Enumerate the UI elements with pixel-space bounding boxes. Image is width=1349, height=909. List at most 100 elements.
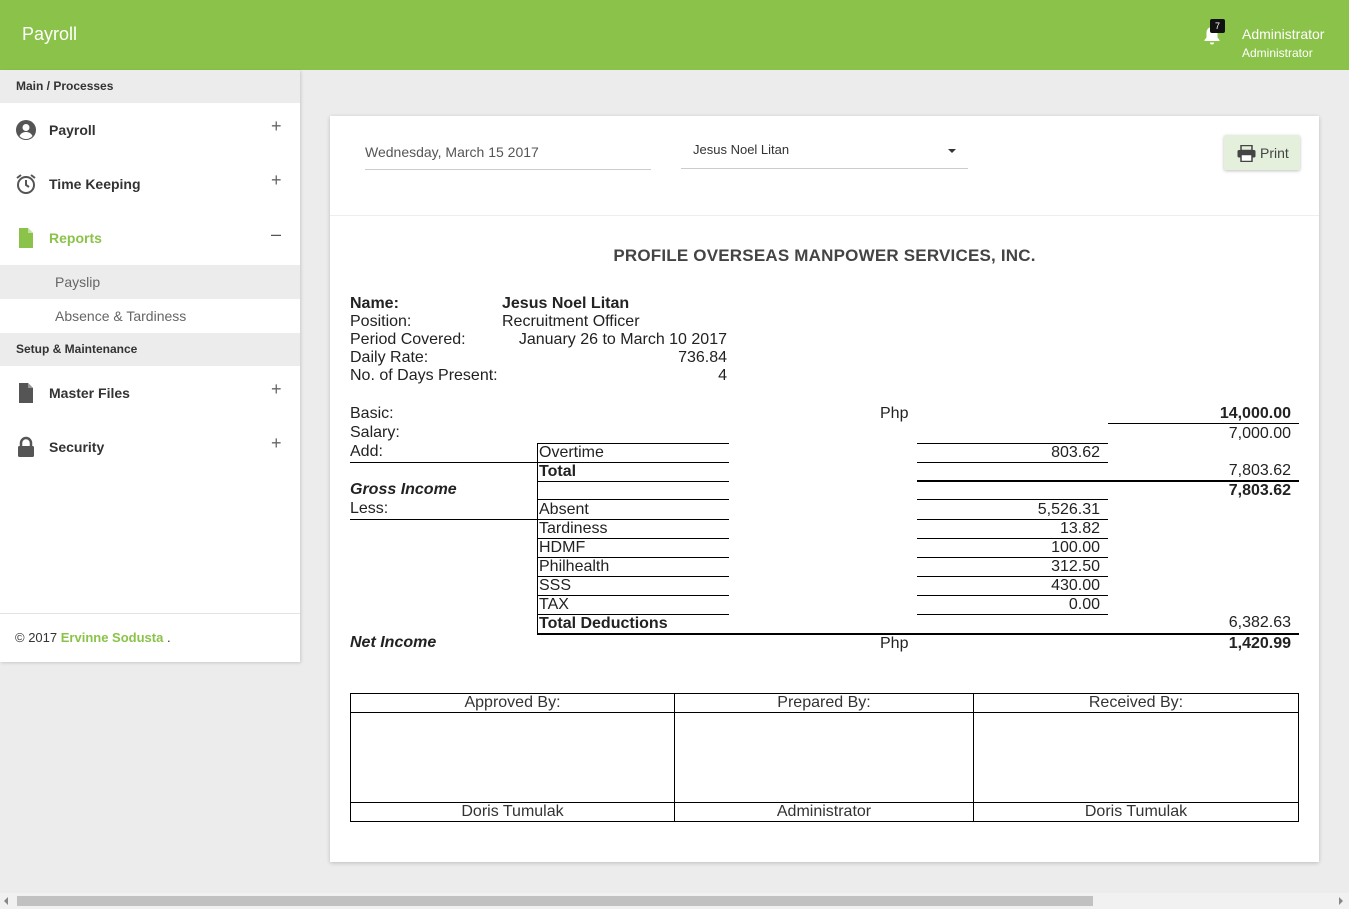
expand-icon[interactable]: + (271, 379, 282, 400)
deduction-amount: 100.00 (1051, 539, 1100, 556)
deduction-label: HDMF (539, 539, 586, 556)
prepared-by-label: Prepared By: (675, 694, 973, 713)
rule (917, 462, 1108, 463)
sidebar: Main / Processes Payroll + Time Keeping … (0, 70, 300, 662)
user-role: Administrator (1242, 46, 1313, 60)
deduction-label: Philhealth (539, 558, 610, 575)
sidebar-item-security[interactable]: Security + (0, 420, 300, 474)
sidebar-item-label: Master Files (49, 385, 130, 401)
days-present: 4 (718, 367, 727, 384)
days-present-label: No. of Days Present: (350, 367, 498, 384)
deduction-label: SSS (539, 577, 572, 594)
total-deductions-amount: 6,382.63 (1228, 614, 1291, 631)
notification-badge: 7 (1210, 19, 1225, 33)
deduction-amount: 312.50 (1051, 558, 1100, 575)
horizontal-scrollbar[interactable] (0, 893, 1349, 909)
period-label: Period Covered: (350, 331, 466, 348)
rule (537, 499, 729, 500)
footer-suffix: . (166, 630, 171, 645)
app-brand[interactable]: Payroll (22, 24, 77, 45)
date-field[interactable]: Wednesday, March 15 2017 (365, 144, 651, 170)
received-by-label: Received By: (974, 694, 1298, 713)
position-label: Position: (350, 313, 412, 330)
section-setup-maintenance: Setup & Maintenance (0, 333, 300, 366)
add-label: Add: (350, 443, 383, 460)
sidebar-item-label: Reports (49, 230, 102, 246)
prepared-column: Prepared By: Administrator (675, 694, 974, 821)
salary-amount: 7,000.00 (1228, 425, 1291, 442)
deduction-amount: 430.00 (1051, 577, 1100, 594)
net-income-amount: 1,420.99 (1228, 635, 1291, 652)
sidebar-item-label: Time Keeping (49, 176, 141, 192)
approved-by-label: Approved By: (351, 694, 674, 713)
file-icon (19, 383, 33, 403)
deduction-amount: 5,526.31 (1037, 501, 1100, 518)
sidebar-item-time-keeping[interactable]: Time Keeping + (0, 157, 300, 211)
author-link[interactable]: Ervinne Sodusta (61, 630, 164, 645)
prepared-by-name: Administrator (675, 802, 973, 821)
rule (350, 519, 537, 520)
card-divider (330, 215, 1319, 216)
collapse-icon[interactable]: – (271, 224, 281, 245)
printer-icon (1237, 145, 1256, 162)
scroll-right-icon[interactable] (1339, 897, 1343, 905)
employee-select-value: Jesus Noel Litan (693, 142, 790, 157)
sidebar-item-reports[interactable]: Reports – (0, 211, 300, 265)
employee-position: Recruitment Officer (502, 313, 640, 330)
company-name: PROFILE OVERSEAS MANPOWER SERVICES, INC. (613, 246, 1036, 265)
salary-label: Salary: (350, 424, 400, 441)
daily-rate: 736.84 (678, 349, 727, 366)
copyright-text: © 2017 (15, 630, 58, 645)
sidebar-subitem-payslip[interactable]: Payslip (0, 265, 300, 299)
deduction-label: Tardiness (539, 520, 608, 537)
deduction-label: TAX (539, 596, 569, 613)
overtime-amount: 803.62 (1051, 444, 1100, 461)
expand-icon[interactable]: + (271, 116, 282, 137)
approved-column: Approved By: Doris Tumulak (351, 694, 675, 821)
received-by-name: Doris Tumulak (974, 802, 1298, 821)
lock-icon (18, 436, 34, 457)
gross-income-label: Gross Income (350, 481, 457, 498)
user-circle-icon (16, 120, 36, 140)
scroll-left-icon[interactable] (4, 897, 8, 905)
sidebar-item-master-files[interactable]: Master Files + (0, 366, 300, 420)
sidebar-subitem-absence-tardiness[interactable]: Absence & Tardiness (0, 299, 300, 333)
rule (1108, 423, 1299, 424)
net-income-label: Net Income (350, 634, 437, 651)
rule (350, 462, 537, 463)
print-button-label: Print (1260, 145, 1289, 161)
scrollbar-thumb[interactable] (17, 896, 1093, 906)
gross-income-amount: 7,803.62 (1228, 482, 1291, 499)
deduction-amount: 13.82 (1059, 520, 1100, 537)
employee-select[interactable]: Jesus Noel Litan (681, 142, 968, 169)
signature-table: Approved By: Doris Tumulak Prepared By: … (350, 693, 1299, 822)
payslip-card: Wednesday, March 15 2017 Jesus Noel Lita… (330, 116, 1319, 862)
sidebar-item-label: Payroll (49, 122, 96, 138)
deduction-amount: 0.00 (1068, 596, 1100, 613)
less-label: Less: (350, 500, 389, 517)
employee-name: Jesus Noel Litan (502, 295, 630, 312)
overtime-label: Overtime (539, 444, 604, 461)
alarm-clock-icon (16, 174, 36, 194)
section-main-processes: Main / Processes (0, 70, 300, 103)
daily-rate-label: Daily Rate: (350, 349, 429, 366)
name-label: Name: (350, 295, 399, 312)
rule (537, 443, 538, 635)
deduction-label: Absent (539, 501, 589, 518)
user-name[interactable]: Administrator (1242, 26, 1324, 42)
approved-by-name: Doris Tumulak (351, 802, 674, 821)
received-column: Received By: Doris Tumulak (974, 694, 1298, 821)
sidebar-item-payroll[interactable]: Payroll + (0, 103, 300, 157)
rule (917, 614, 1108, 615)
expand-icon[interactable]: + (271, 433, 282, 454)
sidebar-footer: © 2017 Ervinne Sodusta . (0, 613, 300, 661)
basic-label: Basic: (350, 405, 394, 422)
top-bar: Payroll 7 Administrator Administrator (0, 0, 1349, 70)
total-deductions-label: Total Deductions (539, 615, 668, 632)
total-label: Total (539, 463, 577, 480)
expand-icon[interactable]: + (271, 170, 282, 191)
caret-down-icon (948, 149, 956, 153)
file-icon (19, 228, 33, 248)
print-button[interactable]: Print (1224, 135, 1300, 170)
currency-label: Php (880, 405, 909, 422)
